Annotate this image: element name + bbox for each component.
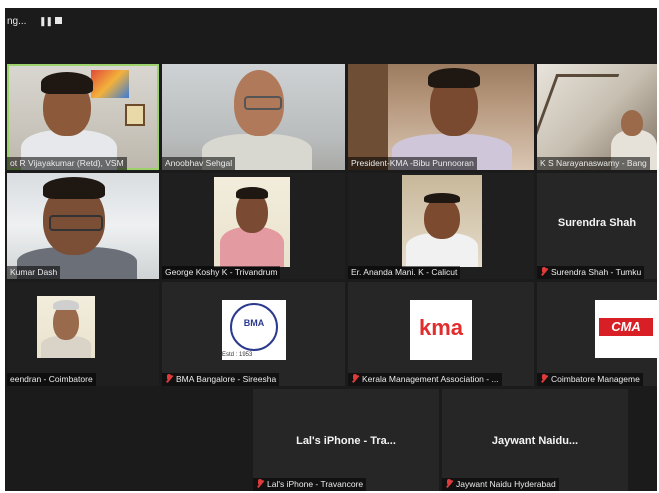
kma-logo-text: kma <box>418 315 464 340</box>
video-tile[interactable]: Kumar Dash <box>7 173 159 279</box>
participant-name: Surendra Shah - Tumku <box>537 266 645 279</box>
participant-name: President-KMA -Bibu Punnooran <box>348 157 477 170</box>
mic-muted-icon <box>256 479 264 488</box>
video-tile[interactable]: CMA Coimbatore Manageme <box>537 282 657 386</box>
video-tile[interactable]: George Koshy K - Trivandrum <box>162 173 345 279</box>
participant-name: Lal's iPhone - Travancore <box>253 478 367 491</box>
participant-display-name: Jaywant Naidu... <box>491 435 579 447</box>
mic-muted-icon <box>445 479 453 488</box>
participant-name: Kerala Management Association - ... <box>348 373 502 386</box>
recording-label: ng... <box>7 16 27 27</box>
participant-display-name: Surendra Shah <box>557 217 637 229</box>
participant-name: George Koshy K - Trivandrum <box>162 266 281 279</box>
mic-muted-icon <box>165 374 173 383</box>
stop-icon[interactable] <box>55 17 62 24</box>
picture-frame <box>125 104 145 126</box>
wall-painting <box>91 70 129 98</box>
video-tile[interactable]: Surendra Shah Surendra Shah - Tumku <box>537 173 657 279</box>
staircase <box>537 74 620 147</box>
participant-name: Kumar Dash <box>7 266 61 279</box>
bma-logo-text: BMA <box>243 318 265 328</box>
participant-name: ot R Vijayakumar (Retd), VSM <box>7 157 127 170</box>
video-tile[interactable]: ot R Vijayakumar (Retd), VSM <box>7 64 159 170</box>
participant-video <box>402 175 482 267</box>
video-tile[interactable]: Anoobhav Sehgal <box>162 64 345 170</box>
video-tile[interactable]: kma Kerala Management Association - ... <box>348 282 534 386</box>
participant-name: BMA Bangalore - Sireesha <box>162 373 280 386</box>
participant-video <box>37 296 95 358</box>
recording-bar: ng... ❚❚ <box>5 8 657 34</box>
pause-icon[interactable]: ❚❚ <box>39 16 53 27</box>
video-tile[interactable]: eendran - Coimbatore <box>7 282 159 386</box>
participant-name: Er. Ananda Mani. K - Calicut <box>348 266 461 279</box>
video-tile[interactable]: Jaywant Naidu... Jaywant Naidu Hyderabad <box>442 389 628 491</box>
meeting-window: ng... ❚❚ ot R Vijayakumar (Retd), VSM An… <box>5 8 657 491</box>
participant-video <box>214 177 290 267</box>
video-tile[interactable]: BMA Estd : 1953 BMA Bangalore - Sireesha <box>162 282 345 386</box>
kma-logo: kma <box>410 300 472 360</box>
participant-name: K S Narayanaswamy - Bang <box>537 157 650 170</box>
mic-muted-icon <box>540 374 548 383</box>
mic-muted-icon <box>351 374 359 383</box>
cma-logo: CMA <box>595 300 657 358</box>
video-tile[interactable]: K S Narayanaswamy - Bang <box>537 64 657 170</box>
participant-name: eendran - Coimbatore <box>7 373 96 386</box>
cma-logo-text: CMA <box>599 318 653 336</box>
video-tile[interactable]: Er. Ananda Mani. K - Calicut <box>348 173 534 279</box>
mic-muted-icon <box>540 267 548 276</box>
participant-name: Anoobhav Sehgal <box>162 157 236 170</box>
curtain <box>348 64 388 170</box>
video-tile[interactable]: Lal's iPhone - Tra... Lal's iPhone - Tra… <box>253 389 439 491</box>
participant-display-name: Lal's iPhone - Tra... <box>296 435 396 447</box>
video-tile[interactable]: President-KMA -Bibu Punnooran <box>348 64 534 170</box>
bma-established: Estd : 1953 <box>222 352 253 358</box>
participant-name: Jaywant Naidu Hyderabad <box>442 478 559 491</box>
participant-name: Coimbatore Manageme <box>537 373 643 386</box>
bma-logo: BMA Estd : 1953 <box>222 300 286 360</box>
